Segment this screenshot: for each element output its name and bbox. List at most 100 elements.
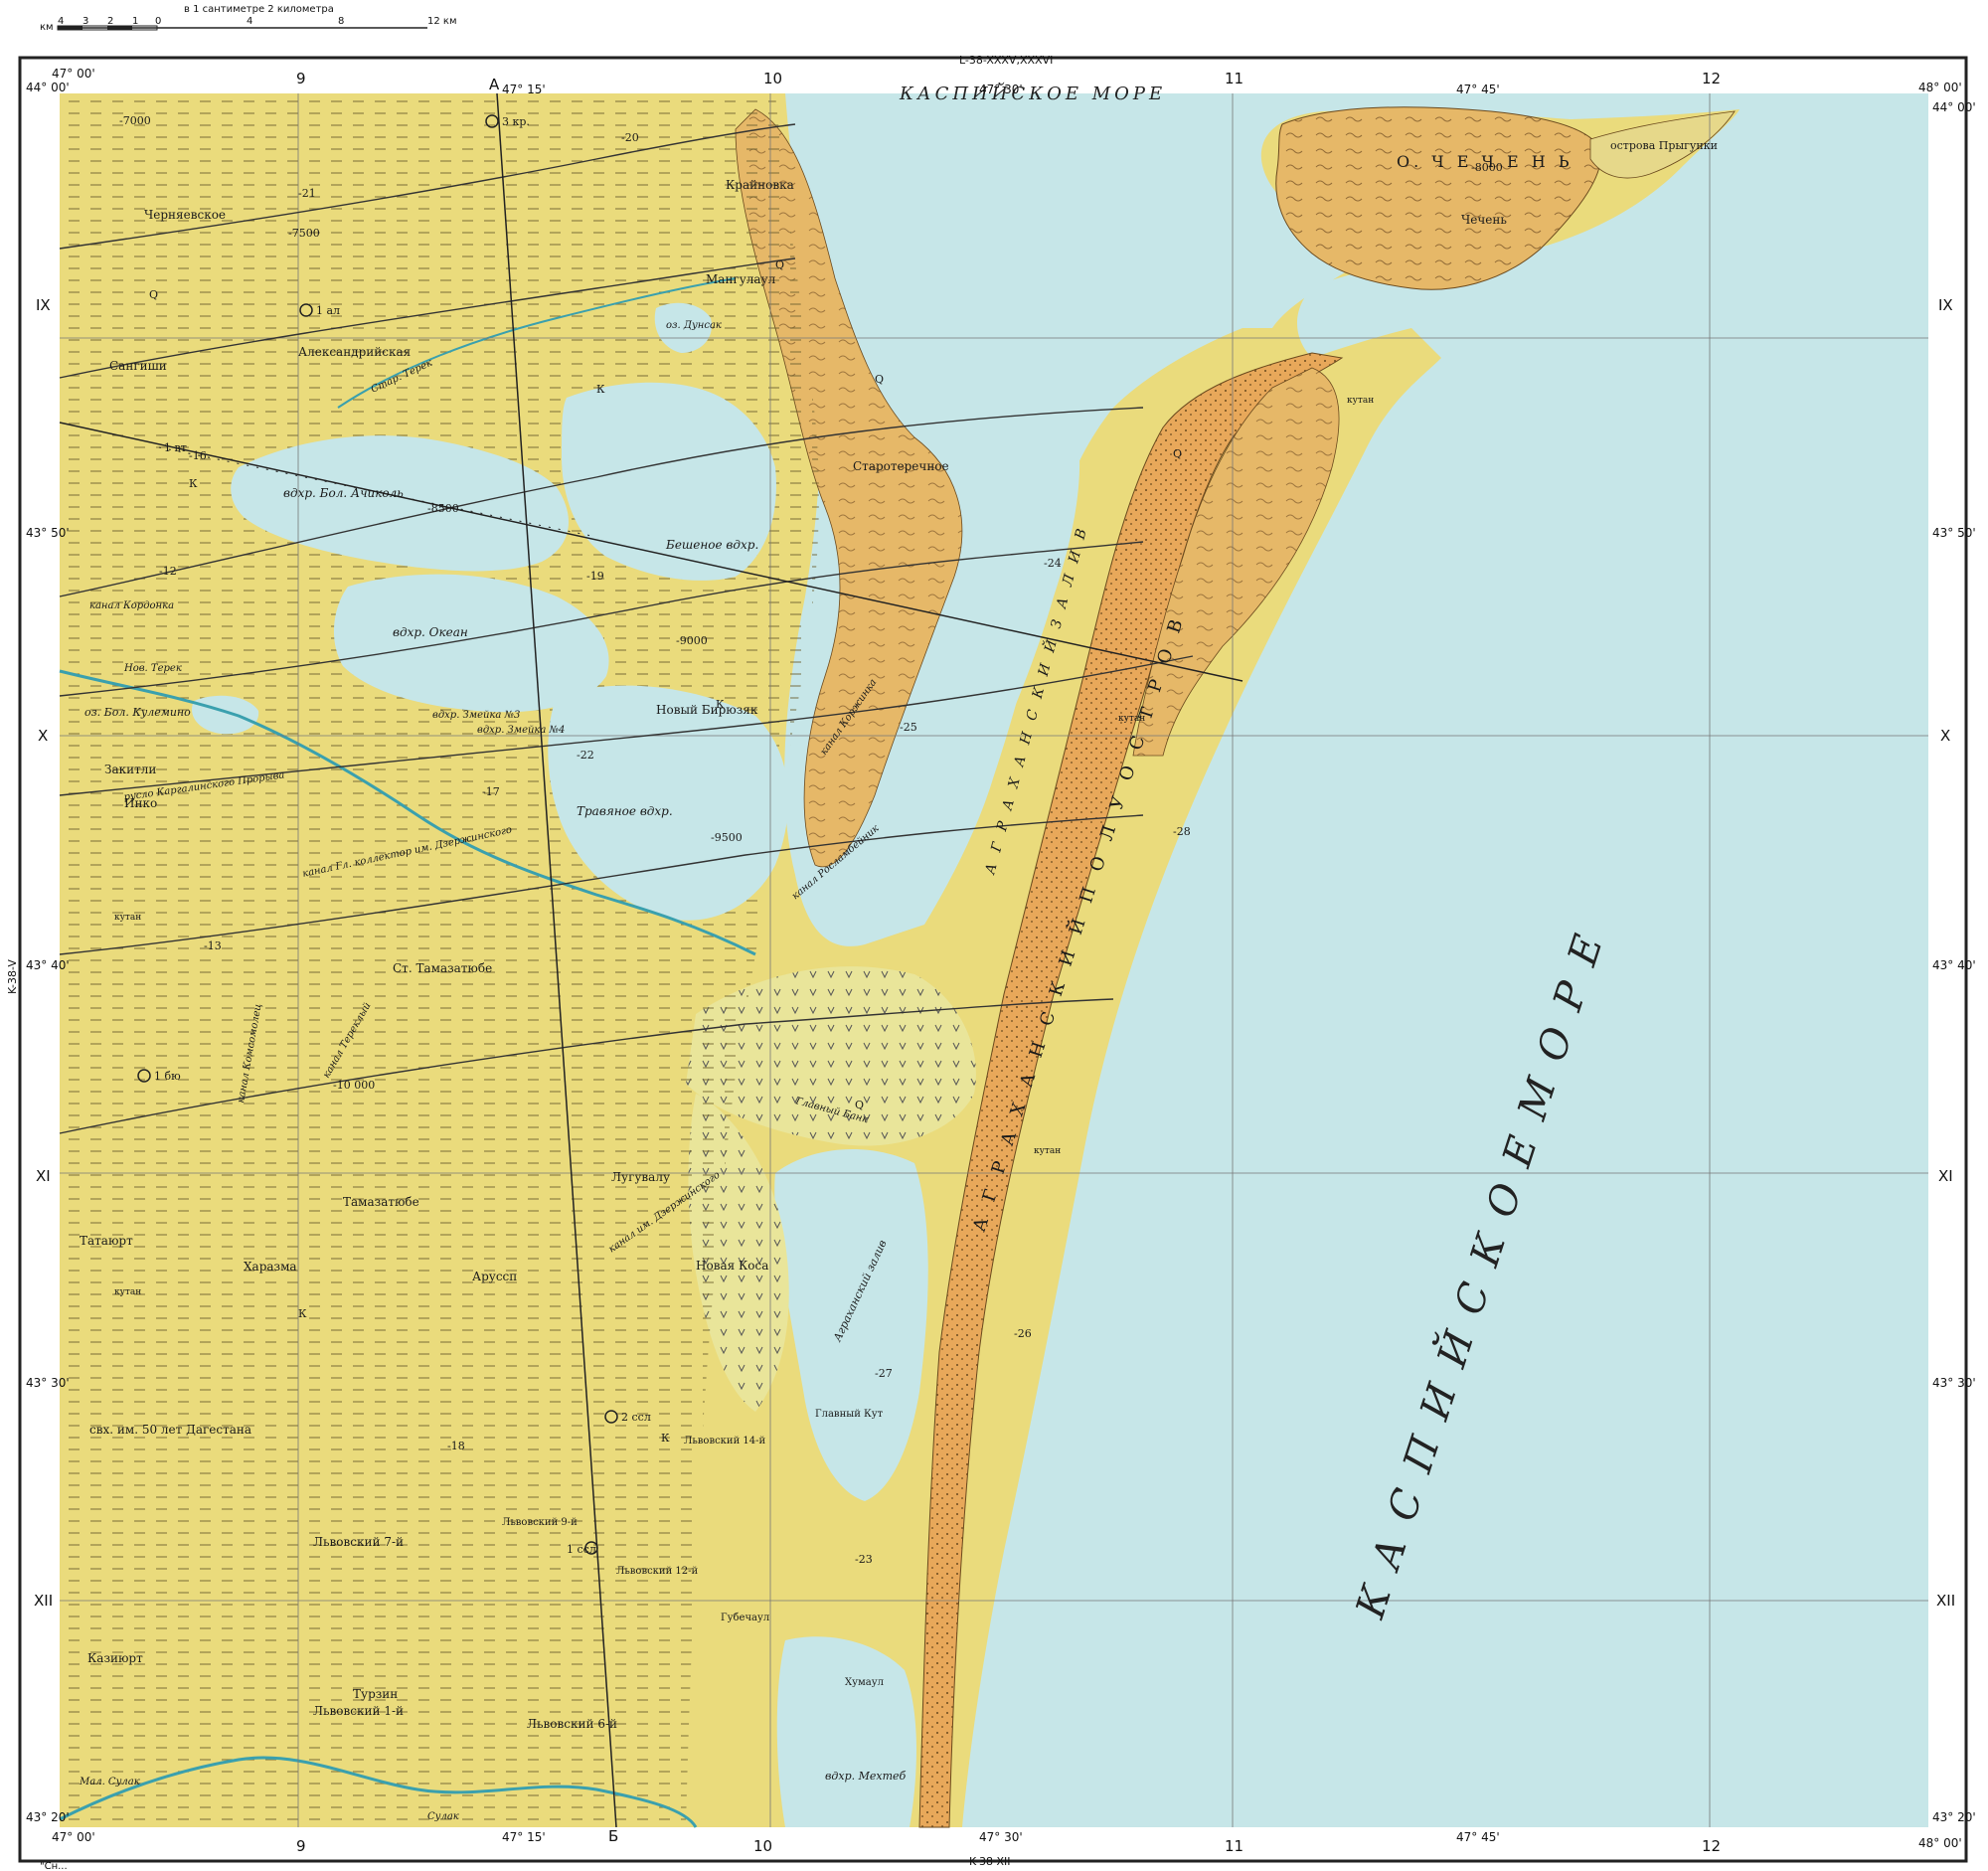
- coord-label: 48° 00': [1918, 1836, 1962, 1850]
- settlement-label: Львовский 7-й: [313, 1535, 404, 1549]
- symbol-q: Q: [149, 288, 158, 301]
- settlement-label: Закитли: [104, 763, 156, 776]
- grid-col: 10: [763, 70, 782, 87]
- grid-col: 11: [1225, 70, 1243, 87]
- profile-marker: А: [489, 76, 500, 93]
- depth-mark: -27: [875, 1367, 893, 1380]
- scale-tick: 2: [107, 16, 113, 27]
- coord-label: 43° 50': [26, 526, 70, 540]
- water-label: вдхр. Змейка №3: [432, 710, 520, 721]
- mekhteb-reservoir: [776, 1636, 916, 1827]
- scale-tick: 3: [83, 16, 88, 27]
- coord-label: 47° 15': [502, 83, 546, 96]
- coord-label: 47° 45': [1456, 83, 1500, 96]
- depth-mark: -12: [159, 565, 177, 578]
- isoline-label: -7000: [119, 114, 151, 127]
- settlement-label: Тамазатюбе: [343, 1195, 419, 1209]
- symbol-k: К: [189, 477, 198, 490]
- symbol-k: К: [298, 1307, 307, 1320]
- grid-row: IX: [1938, 296, 1953, 314]
- depth-mark: -17: [482, 785, 500, 798]
- settlement-label: Львовский 6-й: [527, 1717, 617, 1731]
- settlement-label: Львовский 12-й: [616, 1566, 699, 1577]
- grid-col: 9: [296, 70, 306, 87]
- water-label: вдхр. Змейка №4: [477, 725, 565, 736]
- settlement-label: Ст. Тамазатюбе: [393, 961, 492, 975]
- coord-label: 47° 45': [1456, 1830, 1500, 1844]
- depth-mark: -18: [447, 1440, 465, 1452]
- adjacent-sheet-bottom: K-38-XII: [969, 1855, 1010, 1868]
- symbol-kutan: кутан: [114, 913, 141, 923]
- coord-label: 47° 00': [52, 1830, 95, 1844]
- scale-tick: 4: [58, 16, 64, 27]
- settlement-label: Львовский 14-й: [684, 1436, 766, 1446]
- isoline-label: -7500: [288, 227, 320, 240]
- coord-label: 44° 00': [26, 81, 70, 94]
- symbol-q: Q: [775, 258, 784, 271]
- depth-mark: -16: [189, 449, 207, 462]
- settlement-label: Черняевское: [144, 208, 226, 222]
- canal-label: Мал. Сулак: [79, 1777, 140, 1787]
- islands-small-label: острова Прыгунки: [1610, 139, 1718, 152]
- isoline-label: -9500: [711, 831, 743, 844]
- well-label: 1 ссл: [567, 1543, 596, 1556]
- coord-label: 47° 30': [979, 83, 1023, 96]
- symbol-k: К: [661, 1432, 670, 1445]
- settlement-label: Хумаул: [845, 1677, 884, 1688]
- grid-col: 12: [1702, 1837, 1721, 1855]
- depth-mark: -20: [621, 131, 639, 144]
- isoline-label: -8000: [1471, 161, 1503, 174]
- grid-row: XII: [34, 1592, 53, 1610]
- canal-label: Сулак: [427, 1811, 459, 1822]
- well-label: 3 кр.: [502, 115, 530, 128]
- grid-row: XI: [1938, 1167, 1953, 1185]
- depth-mark: -19: [586, 570, 604, 583]
- depth-mark: -13: [204, 939, 222, 952]
- depth-mark: -28: [1173, 825, 1191, 838]
- grid-col: 11: [1225, 1837, 1243, 1855]
- settlement-label: свх. им. 50 лет Дагестана: [89, 1423, 251, 1437]
- symbol-k: К: [596, 383, 605, 396]
- well-label: 1 вт: [164, 441, 187, 454]
- well-label: 1 бю: [154, 1070, 181, 1083]
- water-label: оз. Бол. Кулемино: [84, 706, 191, 719]
- settlement-label: Харазма: [244, 1260, 297, 1274]
- symbol-k: К: [716, 698, 725, 711]
- depth-mark: -21: [298, 187, 316, 200]
- scale-tick: 0: [155, 16, 161, 27]
- symbol-kutan: кутан: [114, 1287, 141, 1297]
- coord-label: 43° 20': [1932, 1810, 1976, 1824]
- canal-label: Нов. Терек: [123, 663, 182, 674]
- scale-tick: 1: [132, 16, 138, 27]
- symbol-q: Q: [855, 1099, 864, 1111]
- settlement-label: Казиюрт: [87, 1651, 143, 1665]
- scale-unit-right: 12 км: [427, 16, 457, 27]
- coord-label: 43° 40': [26, 958, 70, 972]
- settlement-label: Александрийская: [298, 345, 411, 359]
- settlement-label: Губечаул: [721, 1613, 769, 1623]
- adjacent-sheet-top: L-38-XXXV,XXXVI: [959, 54, 1053, 67]
- scale-tick: 8: [338, 16, 344, 27]
- settlement-label: Старотеречное: [853, 459, 949, 473]
- settlement-label: Новый Бирюзяк: [656, 703, 758, 717]
- geological-map: км 4 3 2 1 0 4 8 12 км в 1 сантиметре 2 …: [0, 0, 1988, 1871]
- well-label: 1 ал: [316, 304, 340, 317]
- settlement-label: Лугувалу: [611, 1170, 670, 1184]
- settlement-label: Крайновка: [726, 178, 794, 192]
- depth-mark: -23: [855, 1553, 873, 1566]
- coord-label: 48° 00': [1918, 81, 1962, 94]
- sea-label-top: КАСПИЙСКОЕ МОРЕ: [899, 82, 1166, 104]
- settlement-label: Новая Коса: [696, 1259, 768, 1273]
- grid-col: 9: [296, 1837, 306, 1855]
- coord-label: 43° 30': [1932, 1376, 1976, 1390]
- settlement-label: Аруссп: [472, 1270, 517, 1283]
- symbol-q: Q: [875, 373, 884, 386]
- coord-label: 43° 50': [1932, 526, 1976, 540]
- grid-col: 10: [753, 1837, 772, 1855]
- coord-label: 43° 40': [1932, 958, 1976, 972]
- grid-row: XII: [1936, 1592, 1955, 1610]
- coord-label: 43° 30': [26, 1376, 70, 1390]
- settlement-label: Сангиши: [109, 359, 167, 373]
- settlement-label: Львовский 9-й: [502, 1517, 578, 1528]
- settlement-label: Турзин: [353, 1687, 398, 1701]
